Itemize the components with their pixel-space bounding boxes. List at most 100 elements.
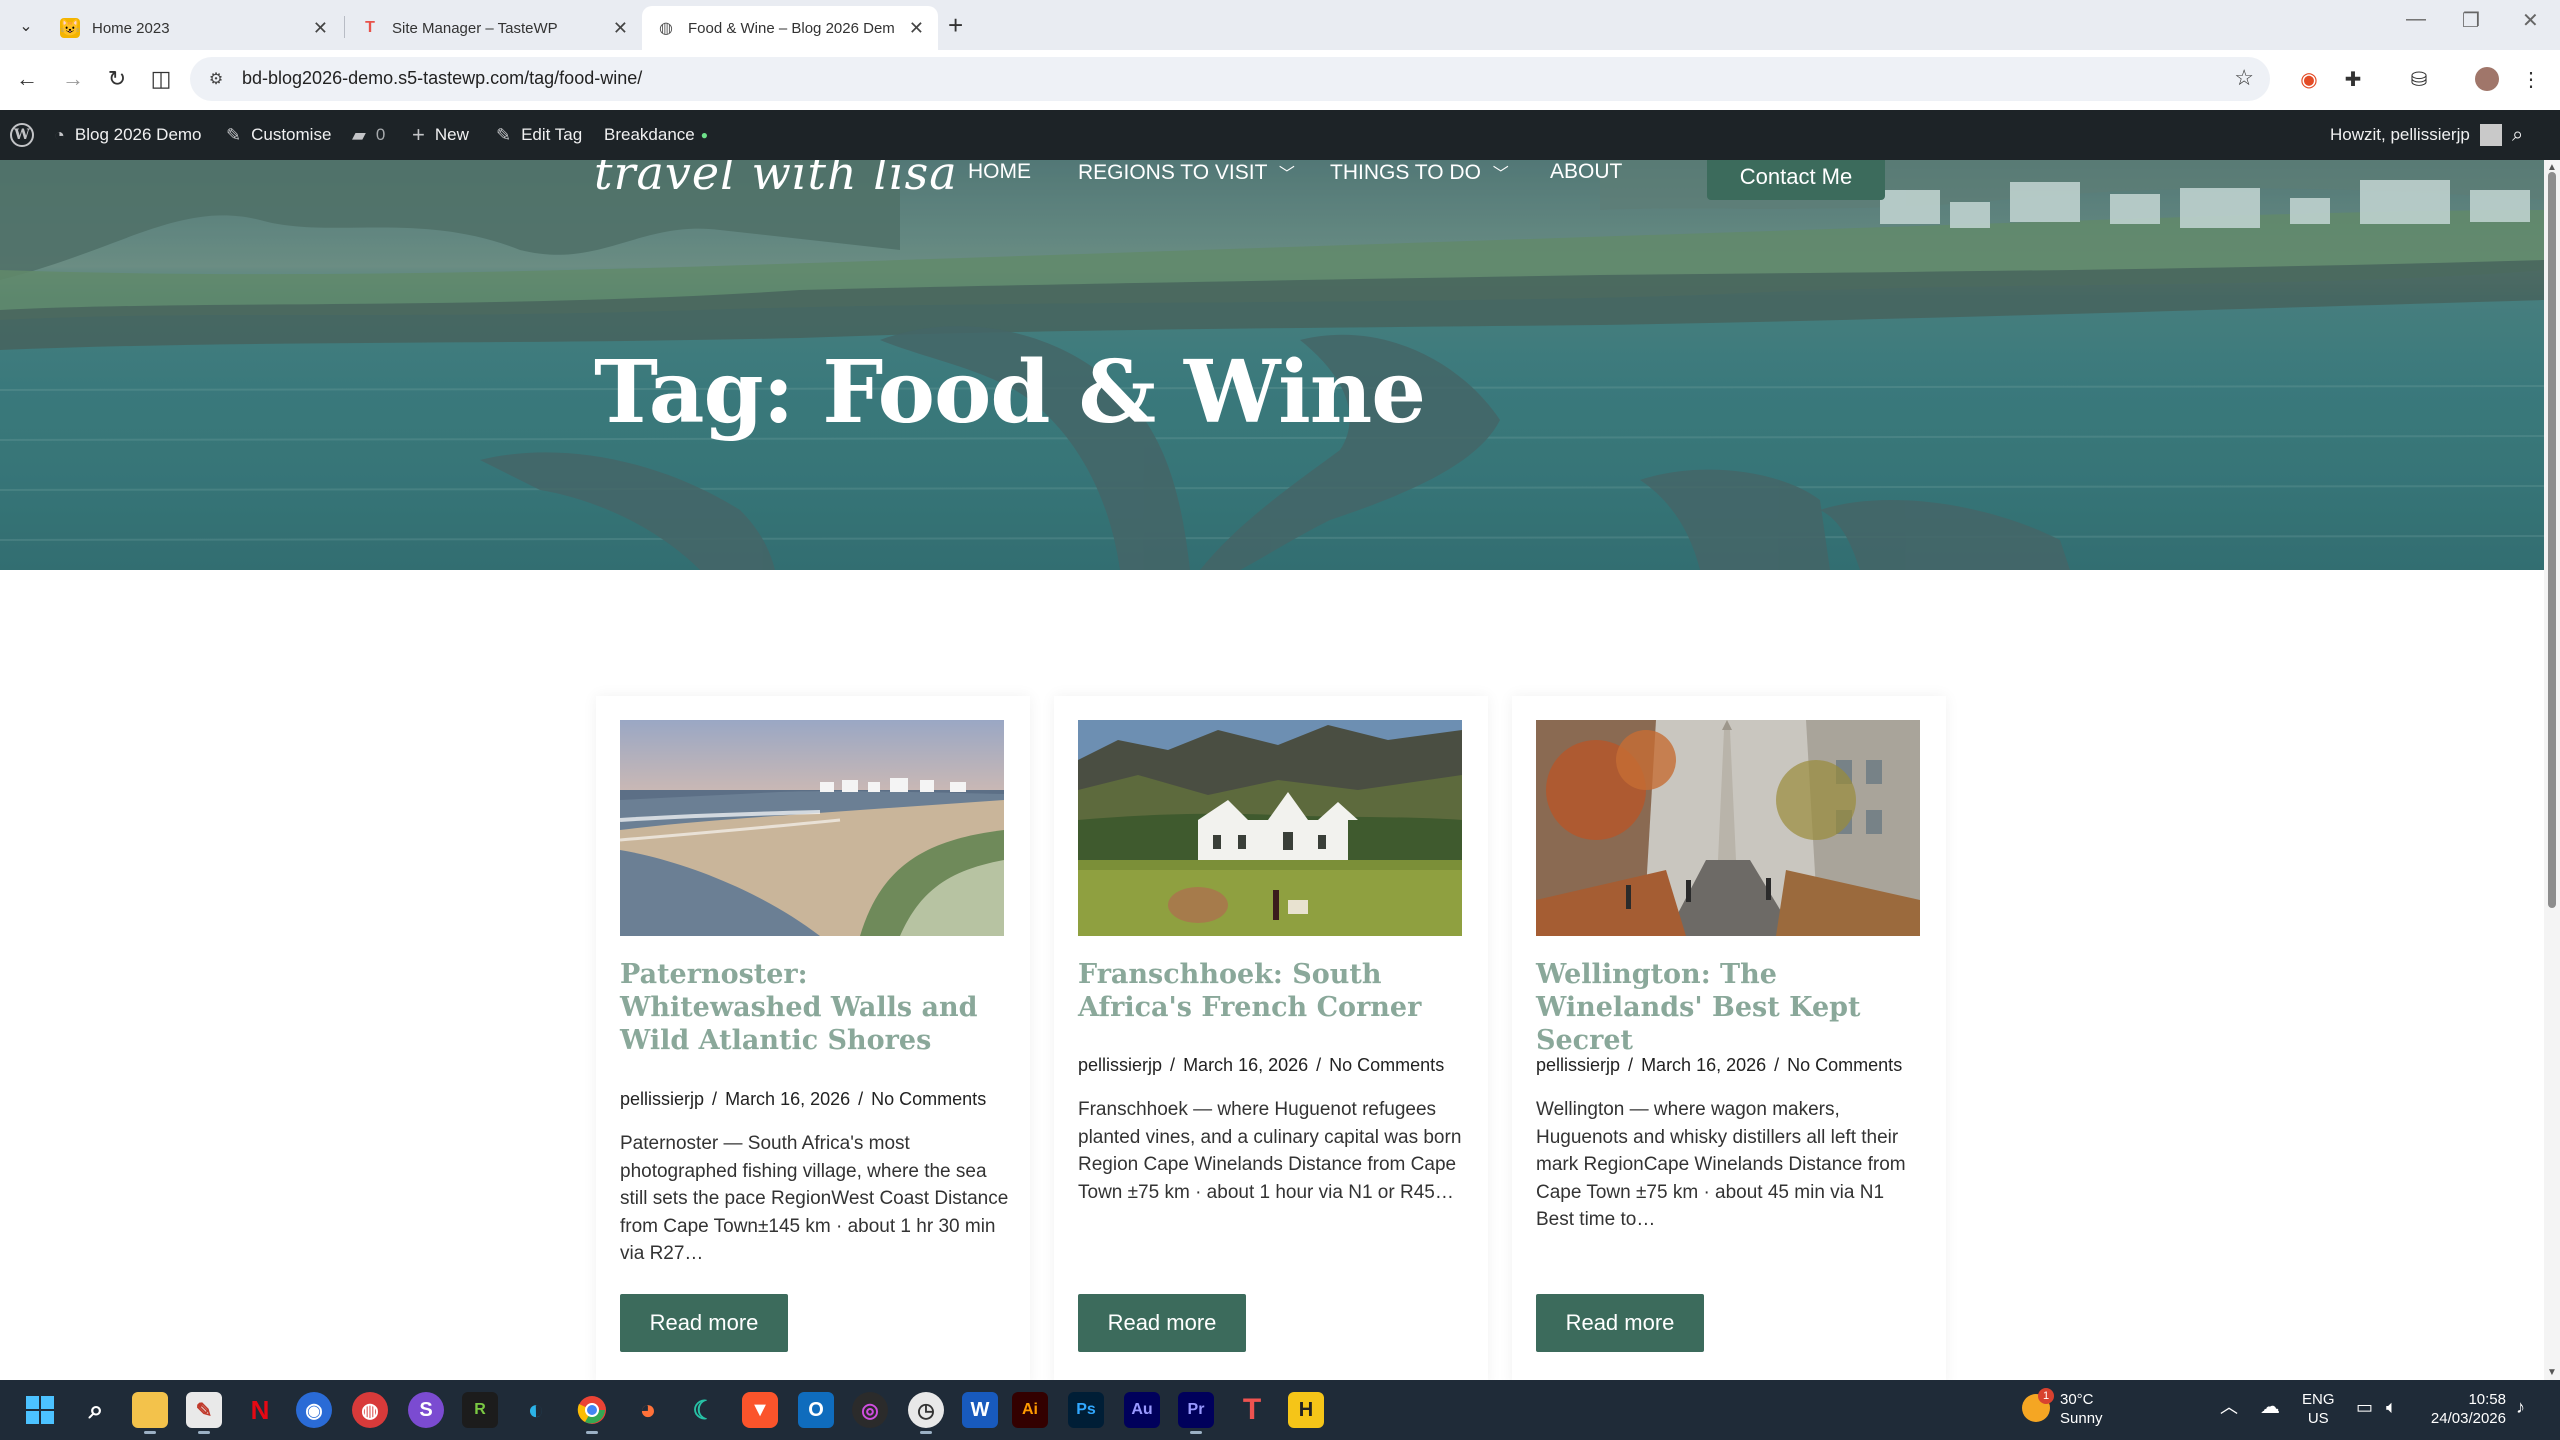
app-red-icon[interactable]: ◍ bbox=[352, 1392, 388, 1428]
nav-regions-to-visit[interactable]: REGIONS TO VISIT ﹀ bbox=[1078, 160, 1295, 185]
address-bar[interactable]: ⚙ bd-blog2026-demo.s5-tastewp.com/tag/fo… bbox=[190, 57, 2270, 101]
brave-icon[interactable]: ▼ bbox=[742, 1392, 778, 1428]
url-text[interactable]: bd-blog2026-demo.s5-tastewp.com/tag/food… bbox=[242, 68, 642, 89]
scroll-thumb[interactable] bbox=[2548, 172, 2556, 908]
post-thumbnail[interactable] bbox=[620, 720, 1004, 936]
weather-widget[interactable]: 30°C Sunny bbox=[2060, 1390, 2103, 1428]
admin-customise[interactable]: ✎ Customise bbox=[226, 110, 331, 160]
browser-menu-icon[interactable]: ⋮ bbox=[2516, 64, 2546, 94]
site-logo[interactable]: travel with lisa bbox=[594, 160, 958, 200]
illustrator-icon[interactable]: Ai bbox=[1012, 1392, 1048, 1428]
post-title-link[interactable]: Franschhoek: South Africa's French Corne… bbox=[1078, 958, 1468, 1024]
minimize-icon[interactable]: — bbox=[2406, 8, 2426, 31]
forward-icon[interactable]: → bbox=[58, 64, 88, 94]
post-thumbnail[interactable] bbox=[1078, 720, 1462, 936]
restore-icon[interactable]: ❐ bbox=[2462, 8, 2480, 33]
greeting-label: Howzit, pellissierjp bbox=[2330, 125, 2470, 144]
scroll-down-icon[interactable]: ▼ bbox=[2547, 1367, 2557, 1378]
close-icon[interactable]: ✕ bbox=[313, 18, 328, 39]
post-title-link[interactable]: Wellington: The Winelands' Best Kept Sec… bbox=[1536, 958, 1926, 1057]
post-date[interactable]: March 16, 2026 bbox=[725, 1089, 850, 1109]
post-comments[interactable]: No Comments bbox=[1329, 1055, 1444, 1075]
app-purple-s-icon[interactable]: S bbox=[408, 1392, 444, 1428]
firefox-icon[interactable]: ◕ bbox=[630, 1392, 666, 1428]
word-icon[interactable]: W bbox=[962, 1392, 998, 1428]
app-dark-icon[interactable]: ◎ bbox=[852, 1392, 888, 1428]
post-thumbnail[interactable] bbox=[1536, 720, 1920, 936]
volume-icon[interactable]: 🔈︎ bbox=[2386, 1398, 2397, 1417]
back-icon[interactable]: ← bbox=[12, 64, 42, 94]
new-tab-icon[interactable]: + bbox=[948, 10, 963, 41]
post-meta: pellissierjp / March 16, 2026/No Comments bbox=[1078, 1055, 1445, 1075]
site-info-icon[interactable]: ⚙ bbox=[204, 67, 228, 91]
start-icon[interactable] bbox=[22, 1392, 58, 1428]
admin-breakdance[interactable]: Breakdance ● bbox=[604, 110, 708, 160]
outlook-icon[interactable]: O bbox=[798, 1392, 834, 1428]
post-author[interactable]: pellissierjp bbox=[620, 1089, 704, 1109]
nav-home[interactable]: HOME bbox=[968, 160, 1031, 184]
read-more-button[interactable]: Read more bbox=[620, 1294, 788, 1352]
post-comments[interactable]: No Comments bbox=[871, 1089, 986, 1109]
post-excerpt: Wellington — where wagon makers, Hugueno… bbox=[1536, 1099, 1906, 1230]
post-author[interactable]: pellissierjp bbox=[1536, 1055, 1620, 1075]
netflix-icon[interactable]: N bbox=[242, 1392, 278, 1428]
split-view-icon[interactable]: ◫ bbox=[146, 64, 176, 94]
wordpress-logo-icon[interactable]: W bbox=[10, 110, 34, 160]
post-date[interactable]: March 16, 2026 bbox=[1183, 1055, 1308, 1075]
running-indicator bbox=[144, 1431, 156, 1434]
language-indicator[interactable]: ENG US bbox=[2302, 1390, 2335, 1428]
app-clock-icon[interactable]: ◷ bbox=[908, 1392, 944, 1434]
close-icon[interactable]: ✕ bbox=[909, 18, 924, 39]
read-more-button[interactable]: Read more bbox=[1536, 1294, 1704, 1352]
tastewp-icon[interactable]: T bbox=[1234, 1392, 1270, 1428]
tab-title: Home 2023 bbox=[92, 19, 170, 37]
photoshop-icon[interactable]: Ps bbox=[1068, 1392, 1104, 1428]
emoji-face-icon: 😺 bbox=[60, 18, 80, 38]
admin-edit-tag[interactable]: ✎ Edit Tag bbox=[496, 110, 582, 160]
clock[interactable]: 10:58 24/03/2026 bbox=[2424, 1390, 2506, 1428]
admin-new[interactable]: + New bbox=[412, 110, 469, 160]
close-icon[interactable]: ✕ bbox=[613, 18, 628, 39]
notepad-icon[interactable]: ✎ bbox=[186, 1392, 222, 1434]
app-yellow-icon[interactable]: H bbox=[1288, 1392, 1324, 1428]
search-icon[interactable]: ⌕ bbox=[78, 1392, 114, 1428]
app-rstudio-icon[interactable]: R bbox=[462, 1392, 498, 1428]
bookmark-star-icon[interactable]: ☆ bbox=[2234, 65, 2254, 91]
tab-site-manager[interactable]: T Site Manager – TasteWP ✕ bbox=[346, 6, 642, 50]
notification-bell-icon[interactable]: ♪ bbox=[2516, 1398, 2525, 1417]
post-date[interactable]: March 16, 2026 bbox=[1641, 1055, 1766, 1075]
weather-badge: 1 bbox=[2038, 1388, 2054, 1404]
post-comments[interactable]: No Comments bbox=[1787, 1055, 1902, 1075]
nav-about[interactable]: ABOUT bbox=[1550, 160, 1622, 184]
extension-color-icon[interactable]: ◉ bbox=[2294, 64, 2324, 94]
post-title-link[interactable]: Paternoster: Whitewashed Walls and Wild … bbox=[620, 958, 1010, 1057]
onedrive-cloud-icon[interactable]: ☁ bbox=[2260, 1397, 2280, 1417]
comment-bubble-icon: ▰ bbox=[352, 124, 366, 145]
admin-account[interactable]: Howzit, pellissierjp bbox=[2330, 110, 2502, 160]
network-icon[interactable]: ▭ bbox=[2356, 1398, 2373, 1417]
file-explorer-icon[interactable] bbox=[132, 1392, 168, 1434]
post-author[interactable]: pellissierjp bbox=[1078, 1055, 1162, 1075]
page-scrollbar[interactable]: ▲ ▼ bbox=[2544, 160, 2560, 1380]
read-more-button[interactable]: Read more bbox=[1078, 1294, 1246, 1352]
admin-search-icon[interactable]: ⌕ bbox=[2512, 110, 2523, 160]
edge-icon[interactable]: ◐ bbox=[518, 1392, 554, 1428]
tab-home-2023[interactable]: 😺 Home 2023 ✕ bbox=[46, 6, 342, 50]
premiere-icon[interactable]: Pr bbox=[1178, 1392, 1214, 1434]
avatar[interactable] bbox=[2472, 64, 2502, 94]
tray-overflow-chevron-icon[interactable]: ︿ bbox=[2220, 1398, 2238, 1417]
tab-food-wine[interactable]: ◍ Food & Wine – Blog 2026 Dem ✕ bbox=[642, 6, 938, 50]
audition-icon[interactable]: Au bbox=[1124, 1392, 1160, 1428]
app-teal-icon[interactable]: ☾ bbox=[686, 1392, 722, 1428]
extensions-puzzle-icon[interactable]: ✚ bbox=[2338, 64, 2368, 94]
nav-things-to-do[interactable]: THINGS TO DO ﹀ bbox=[1330, 160, 1509, 185]
app-blue-icon[interactable]: ◉ bbox=[296, 1392, 332, 1428]
contact-me-button[interactable]: Contact Me bbox=[1707, 160, 1885, 200]
chrome-icon[interactable] bbox=[574, 1392, 610, 1434]
reload-icon[interactable]: ↻ bbox=[102, 64, 132, 94]
tab-search-dropdown-icon[interactable]: ⌄ bbox=[12, 12, 40, 40]
admin-site-name[interactable]: ◔ Blog 2026 Demo bbox=[54, 110, 202, 160]
window-close-icon[interactable]: ✕ bbox=[2522, 8, 2539, 33]
admin-comments[interactable]: ▰ 0 bbox=[352, 110, 385, 160]
incognito-icon[interactable]: ⛁ bbox=[2404, 64, 2434, 94]
